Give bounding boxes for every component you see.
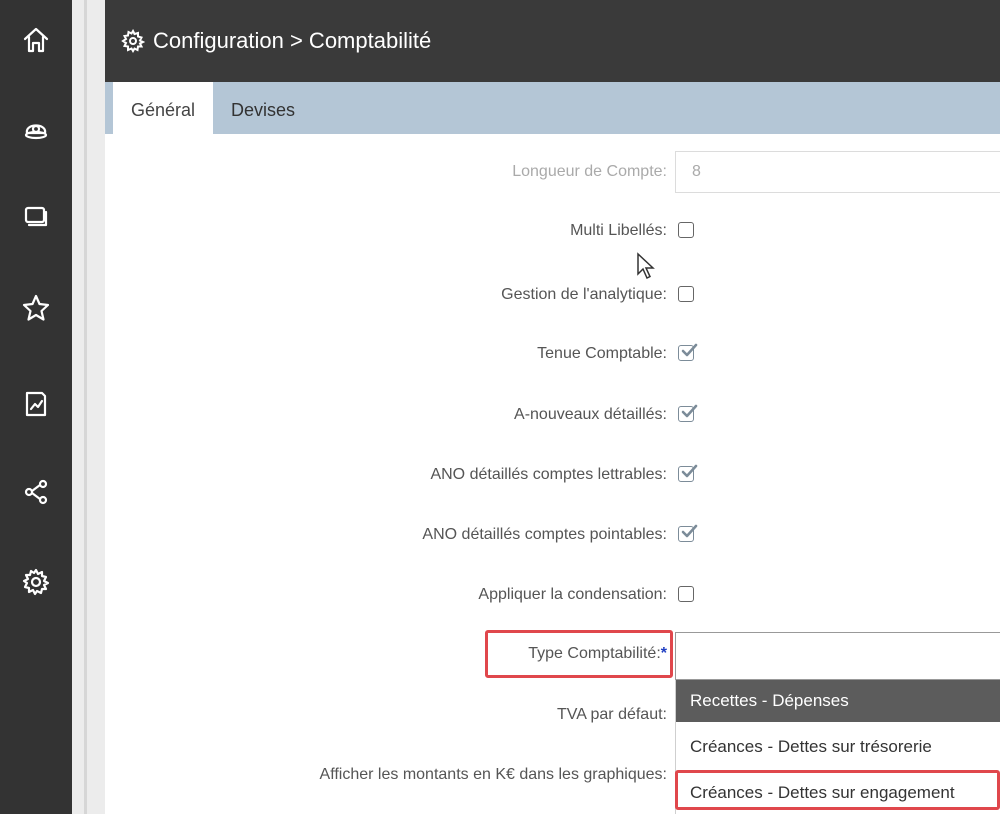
home-icon[interactable]: [16, 20, 56, 60]
engagement-option-highlight: [675, 770, 1000, 810]
settings-icon[interactable]: [16, 562, 56, 602]
gear-icon: [121, 28, 146, 53]
page-header: Configuration > Comptabilité: [105, 0, 1000, 82]
ano-lettrables-label: ANO détaillés comptes lettrables:: [430, 466, 667, 483]
dropdown-option-creances-tresorerie[interactable]: Créances - Dettes sur trésorerie: [676, 726, 1000, 768]
type-comptabilite-label: Type Comptabilité:*: [528, 645, 667, 663]
share-icon[interactable]: [16, 472, 56, 512]
gestion-analytique-label: Gestion de l'analytique:: [501, 286, 667, 303]
tenue-comptable-checkbox[interactable]: [678, 343, 698, 361]
condensation-label: Appliquer la condensation:: [478, 586, 667, 603]
sidebar-rail: [0, 0, 72, 814]
page-title: Configuration > Comptabilité: [153, 28, 432, 53]
checkmark-icon: [681, 404, 698, 418]
multi-libelles-label: Multi Libellés:: [570, 222, 667, 239]
ano-pointables-label: ANO détaillés comptes pointables:: [422, 526, 667, 543]
required-star: *: [660, 645, 667, 662]
gestion-analytique-checkbox[interactable]: [678, 286, 694, 302]
star-icon[interactable]: [16, 288, 56, 328]
ano-lettrables-checkbox[interactable]: [678, 464, 698, 482]
checkmark-icon: [681, 524, 698, 538]
tab-general[interactable]: Général: [113, 82, 213, 134]
type-comptabilite-select[interactable]: [675, 632, 1000, 680]
longueur-compte-input[interactable]: 8: [675, 151, 1000, 193]
condensation-checkbox[interactable]: [678, 586, 694, 602]
tva-defaut-label: TVA par défaut:: [557, 706, 667, 723]
cards-icon[interactable]: [16, 196, 56, 236]
tab-devises[interactable]: Devises: [231, 82, 295, 134]
mouse-cursor-icon: [636, 252, 660, 280]
tenue-comptable-label: Tenue Comptable:: [537, 345, 667, 362]
checkmark-icon: [681, 464, 698, 478]
ano-pointables-checkbox[interactable]: [678, 524, 698, 542]
tab-bar: Général Devises: [105, 82, 1000, 134]
piggy-bank-icon[interactable]: [16, 108, 56, 148]
report-chart-icon[interactable]: [16, 384, 56, 424]
sidebar-divider: [72, 0, 105, 814]
multi-libelles-checkbox[interactable]: [678, 222, 694, 238]
longueur-compte-label: Longueur de Compte:: [512, 163, 667, 180]
type-comptabilite-label-text: Type Comptabilité:: [528, 645, 661, 662]
a-nouveaux-checkbox[interactable]: [678, 404, 698, 422]
montants-k-label: Afficher les montants en K€ dans les gra…: [319, 766, 667, 783]
checkmark-icon: [681, 343, 698, 357]
dropdown-option-recettes-depenses[interactable]: Recettes - Dépenses: [676, 680, 1000, 722]
a-nouveaux-label: A-nouveaux détaillés:: [514, 406, 667, 423]
